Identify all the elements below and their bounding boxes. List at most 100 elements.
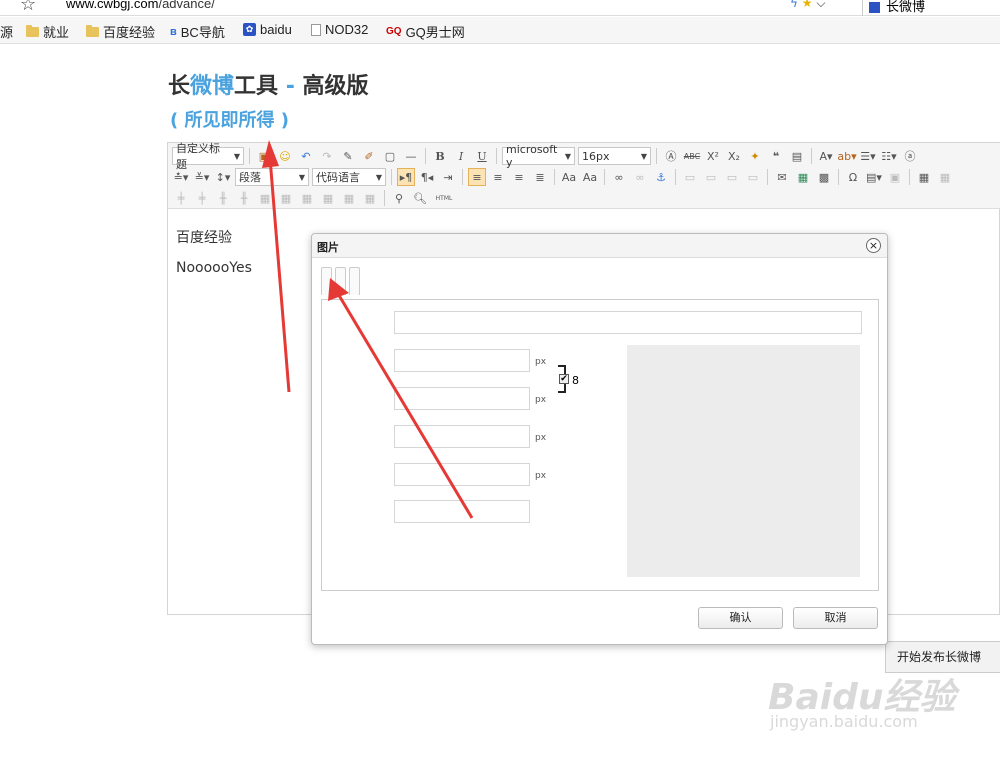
horizontal-rule-icon[interactable]: — <box>402 147 420 165</box>
ltr-direction-icon[interactable]: ▸¶ <box>397 168 415 186</box>
toolbar-divider <box>811 148 812 164</box>
height-input[interactable] <box>394 387 530 410</box>
format-brush-icon[interactable]: ✐ <box>360 147 378 165</box>
bookmark-item[interactable]: 百度经验 <box>86 22 155 41</box>
content-line: NoooooYes <box>176 260 252 276</box>
print-icon[interactable]: ▣ <box>886 168 904 186</box>
split-cells-icon[interactable]: ▦ <box>319 189 337 207</box>
tab-title[interactable]: 长微博 <box>862 0 1000 16</box>
image-center-icon[interactable]: ▭ <box>744 168 762 186</box>
image-left-icon[interactable]: ▭ <box>702 168 720 186</box>
align-left-icon[interactable]: ≡ <box>468 168 486 186</box>
indent-icon[interactable]: ⇥ <box>439 168 457 186</box>
lightning-icon[interactable]: ϟ <box>790 0 798 10</box>
eraser-icon[interactable]: ✎ <box>339 147 357 165</box>
row-spacing-bottom-icon[interactable]: ≚▾ <box>193 168 211 186</box>
cancel-button[interactable]: 取消 <box>793 607 878 629</box>
highlight-color-icon[interactable]: ab▾ <box>837 147 856 165</box>
ordered-list-icon[interactable]: ☰▾ <box>859 147 877 165</box>
lock-ratio-checkbox[interactable]: ✔ <box>559 374 569 384</box>
tab-remote-image[interactable] <box>321 267 332 295</box>
insert-image-icon[interactable]: ▣ <box>255 147 273 165</box>
lock-icon: 8 <box>572 374 579 387</box>
dropdown-icon[interactable]: ⌵ <box>816 0 825 10</box>
tab-online-image[interactable] <box>349 267 360 295</box>
redo-icon[interactable]: ↷ <box>318 147 336 165</box>
subscript-icon[interactable]: X₂ <box>725 147 743 165</box>
undo-icon[interactable]: ↶ <box>297 147 315 165</box>
paste-plain-icon[interactable]: ▢ <box>381 147 399 165</box>
bold-button[interactable]: B <box>431 147 449 165</box>
bookmark-item[interactable]: GQ GQ男士网 <box>386 22 465 41</box>
italic-button[interactable]: I <box>452 147 470 165</box>
spacing-input[interactable] <box>394 463 530 486</box>
split-cols-icon[interactable]: ▦ <box>361 189 379 207</box>
blockquote-icon[interactable]: ❝ <box>767 147 785 165</box>
delete-row-icon[interactable]: ╪ <box>193 189 211 207</box>
table-icon[interactable]: ▦ <box>915 168 933 186</box>
bookmark-item[interactable]: NOD32 <box>311 22 368 37</box>
source-html-icon[interactable]: HTML <box>432 189 456 207</box>
font-family-select[interactable]: microsoft y ▼ <box>502 143 575 169</box>
text-box-icon[interactable]: ⓐ <box>901 147 919 165</box>
px-unit: px <box>535 471 547 481</box>
merge-cells-icon[interactable]: ▦ <box>256 189 274 207</box>
editor-content[interactable]: 百度经验 NoooooYes <box>176 223 252 283</box>
align-justify-icon[interactable]: ≣ <box>531 168 549 186</box>
map-icon[interactable]: ▩ <box>815 168 833 186</box>
preview-icon[interactable]: 🔍︎ <box>411 189 429 207</box>
split-rows-icon[interactable]: ▦ <box>340 189 358 207</box>
tab-upload-image[interactable] <box>335 267 346 295</box>
line-height-icon[interactable]: ↕▾ <box>214 168 232 186</box>
code-language-select[interactable]: 代码语言 ▼ <box>312 168 386 186</box>
width-input[interactable] <box>394 349 530 372</box>
font-size-select[interactable]: 16px ▼ <box>578 147 651 165</box>
paragraph-select[interactable]: 段落 ▼ <box>235 168 309 186</box>
image-preview <box>627 345 860 577</box>
font-border-icon[interactable]: Ⓐ <box>662 147 680 165</box>
bookmark-item[interactable]: ✿ baidu <box>243 22 292 37</box>
auto-format-icon[interactable]: ✦ <box>746 147 764 165</box>
image-none-icon[interactable]: ▭ <box>681 168 699 186</box>
bookmark-star-icon[interactable]: ☆ <box>20 0 36 15</box>
delete-table-icon[interactable]: ▦ <box>936 168 954 186</box>
underline-button[interactable]: U <box>473 147 491 165</box>
unlink-icon[interactable]: ∞ <box>631 168 649 186</box>
multi-image-icon[interactable]: ▦ <box>794 168 812 186</box>
ok-button[interactable]: 确认 <box>698 607 783 629</box>
align-right-icon[interactable]: ≡ <box>510 168 528 186</box>
image-right-icon[interactable]: ▭ <box>723 168 741 186</box>
attachment-icon[interactable]: ✉ <box>773 168 791 186</box>
close-icon[interactable]: × <box>866 238 881 253</box>
insert-col-icon[interactable]: ╫ <box>214 189 232 207</box>
superscript-icon[interactable]: X² <box>704 147 722 165</box>
title-input[interactable] <box>394 500 530 523</box>
anchor-icon[interactable]: ⚓ <box>652 168 670 186</box>
url-field[interactable]: www.cwbgj.com/advance/ <box>66 0 215 11</box>
unordered-list-icon[interactable]: ☷▾ <box>880 147 898 165</box>
border-input[interactable] <box>394 425 530 448</box>
search-replace-icon[interactable]: ⚲ <box>390 189 408 207</box>
uppercase-icon[interactable]: Aa <box>560 168 578 186</box>
bookmark-item[interactable]: 就业 <box>26 22 69 41</box>
merge-down-icon[interactable]: ▦ <box>298 189 316 207</box>
font-color-icon[interactable]: A▾ <box>817 147 835 165</box>
insert-row-icon[interactable]: ╪ <box>172 189 190 207</box>
row-spacing-top-icon[interactable]: ≛▾ <box>172 168 190 186</box>
link-icon[interactable]: ∞ <box>610 168 628 186</box>
image-url-input[interactable] <box>394 311 862 334</box>
insert-frame-icon[interactable]: ▤▾ <box>865 168 883 186</box>
favorite-icon[interactable]: ★ <box>802 0 813 10</box>
bookmark-item[interactable]: 源 <box>0 22 13 41</box>
paste-icon[interactable]: ▤ <box>788 147 806 165</box>
delete-col-icon[interactable]: ╫ <box>235 189 253 207</box>
special-char-icon[interactable]: Ω <box>844 168 862 186</box>
heading-select[interactable]: 自定义标题 ▼ <box>172 142 244 171</box>
rtl-direction-icon[interactable]: ¶◂ <box>418 168 436 186</box>
strikethrough-icon[interactable]: ABC <box>683 147 701 165</box>
align-center-icon[interactable]: ≡ <box>489 168 507 186</box>
merge-right-icon[interactable]: ▦ <box>277 189 295 207</box>
bookmark-item[interactable]: ʙ BC导航 <box>170 22 225 41</box>
lowercase-icon[interactable]: Aa <box>581 168 599 186</box>
emoticon-icon[interactable]: ☺ <box>276 147 294 165</box>
